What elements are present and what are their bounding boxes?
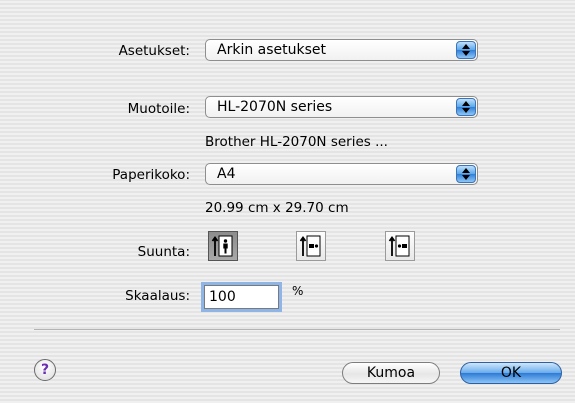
orientation-landscape-button[interactable]: [296, 231, 326, 261]
settings-label: Asetukset:: [118, 43, 190, 59]
reverse-landscape-orientation-icon: [388, 235, 410, 257]
paper-size-label: Paperikoko:: [112, 167, 190, 183]
separator: [34, 329, 560, 330]
paper-dimensions: 20.99 cm x 29.70 cm: [205, 200, 349, 216]
cancel-button[interactable]: Kumoa: [342, 362, 440, 384]
page-setup-dialog: Asetukset: Arkin asetukset Muotoile: HL-…: [0, 0, 575, 403]
format-for-label: Muotoile:: [127, 101, 190, 117]
scale-input[interactable]: [204, 285, 279, 309]
settings-value: Arkin asetukset: [217, 42, 327, 58]
printer-description: Brother HL-2070N series ...: [205, 134, 388, 150]
portrait-orientation-icon: [211, 235, 233, 257]
format-for-value: HL-2070N series: [217, 99, 333, 115]
landscape-orientation-icon: [299, 235, 321, 257]
help-button[interactable]: ?: [34, 359, 56, 381]
scale-input-field[interactable]: [205, 286, 278, 308]
popup-arrows-icon: [456, 41, 476, 59]
scale-unit: %: [292, 284, 304, 298]
paper-size-value: A4: [217, 166, 236, 182]
ok-button[interactable]: OK: [460, 362, 562, 384]
popup-arrows-icon: [456, 98, 476, 116]
format-for-popup[interactable]: HL-2070N series: [205, 96, 478, 118]
help-icon: ?: [40, 362, 50, 378]
popup-arrows-icon: [456, 165, 476, 183]
orientation-reverse-landscape-button[interactable]: [385, 231, 415, 261]
orientation-portrait-button[interactable]: [208, 231, 238, 261]
paper-size-popup[interactable]: A4: [205, 163, 478, 185]
settings-popup[interactable]: Arkin asetukset: [205, 39, 478, 61]
orientation-label: Suunta:: [137, 244, 190, 260]
scale-label: Skaalaus:: [125, 288, 190, 304]
